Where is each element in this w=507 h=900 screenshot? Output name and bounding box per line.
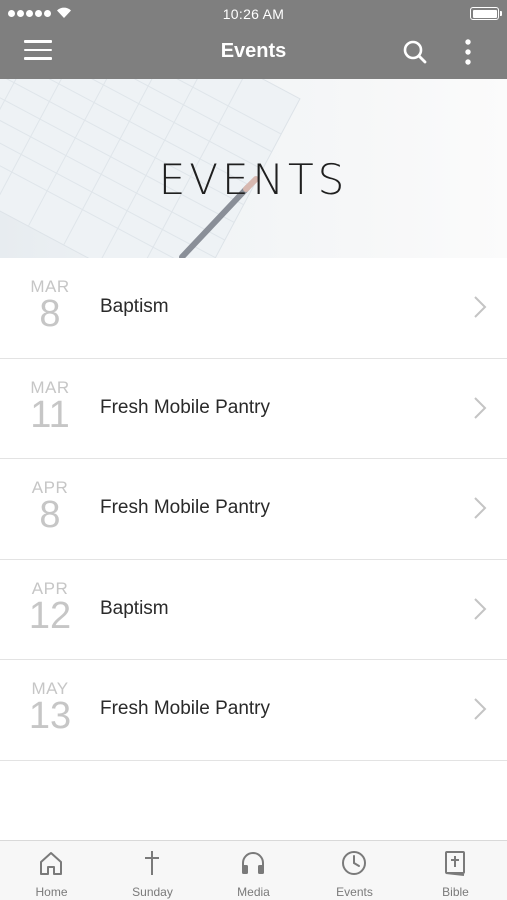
event-date: APR 12 xyxy=(8,579,92,637)
banner-title: EVENTS xyxy=(158,155,349,204)
app-header: 10:26 AM Events xyxy=(0,0,507,79)
tab-bar: Home Sunday Media Events Bible xyxy=(0,840,507,900)
clock-icon xyxy=(342,851,366,875)
chevron-right-icon xyxy=(474,597,487,620)
event-day: 8 xyxy=(39,494,61,536)
event-title: Baptism xyxy=(100,597,169,619)
event-title: Fresh Mobile Pantry xyxy=(100,396,271,418)
nav-bar: Events xyxy=(0,26,507,79)
event-title: Baptism xyxy=(100,296,169,317)
status-bar: 10:26 AM xyxy=(0,0,507,26)
chevron-right-icon xyxy=(474,396,487,419)
tab-label: Sunday xyxy=(132,885,173,899)
event-title: Fresh Mobile Pantry xyxy=(100,497,271,518)
status-time: 10:26 AM xyxy=(222,6,285,22)
event-day: 8 xyxy=(39,293,61,335)
event-day: 13 xyxy=(28,695,72,737)
event-day: 12 xyxy=(28,594,72,637)
tab-events[interactable]: Events xyxy=(304,841,405,900)
event-date: MAR 11 xyxy=(8,378,92,436)
event-row[interactable]: MAR 8 Baptism xyxy=(0,258,507,359)
headphones-icon xyxy=(242,852,264,874)
events-banner: EVENTS xyxy=(0,79,507,258)
tab-media[interactable]: Media xyxy=(203,841,304,900)
bible-icon xyxy=(445,851,465,876)
event-row[interactable]: APR 8 Fresh Mobile Pantry xyxy=(0,459,507,560)
event-row[interactable]: APR 12 Baptism xyxy=(0,559,507,660)
chevron-right-icon xyxy=(474,698,487,720)
event-row[interactable]: MAR 11 Fresh Mobile Pantry xyxy=(0,358,507,459)
event-date: APR 8 xyxy=(8,479,92,536)
event-day: 11 xyxy=(30,393,70,436)
events-list: MAR 8 Baptism MAR 11 Fresh Mobile Pantry… xyxy=(0,258,507,761)
more-vertical-icon[interactable] xyxy=(458,38,478,68)
event-date: MAR 8 xyxy=(8,278,92,335)
event-date: MAY 13 xyxy=(8,680,92,737)
page-title: Events xyxy=(220,40,287,62)
event-row[interactable]: MAY 13 Fresh Mobile Pantry xyxy=(0,660,507,761)
chevron-right-icon xyxy=(474,497,487,519)
home-icon xyxy=(40,852,62,875)
tab-sunday[interactable]: Sunday xyxy=(102,841,203,900)
tab-label: Events xyxy=(336,885,373,899)
tab-label: Home xyxy=(35,885,68,899)
event-title: Fresh Mobile Pantry xyxy=(100,698,271,719)
battery-icon xyxy=(470,7,502,20)
search-icon[interactable] xyxy=(402,39,428,65)
cross-icon xyxy=(145,851,159,875)
tab-home[interactable]: Home xyxy=(1,841,102,900)
tab-bible[interactable]: Bible xyxy=(405,841,506,900)
tab-label: Media xyxy=(237,885,270,899)
tab-label: Bible xyxy=(442,885,469,899)
chevron-right-icon xyxy=(474,296,487,318)
